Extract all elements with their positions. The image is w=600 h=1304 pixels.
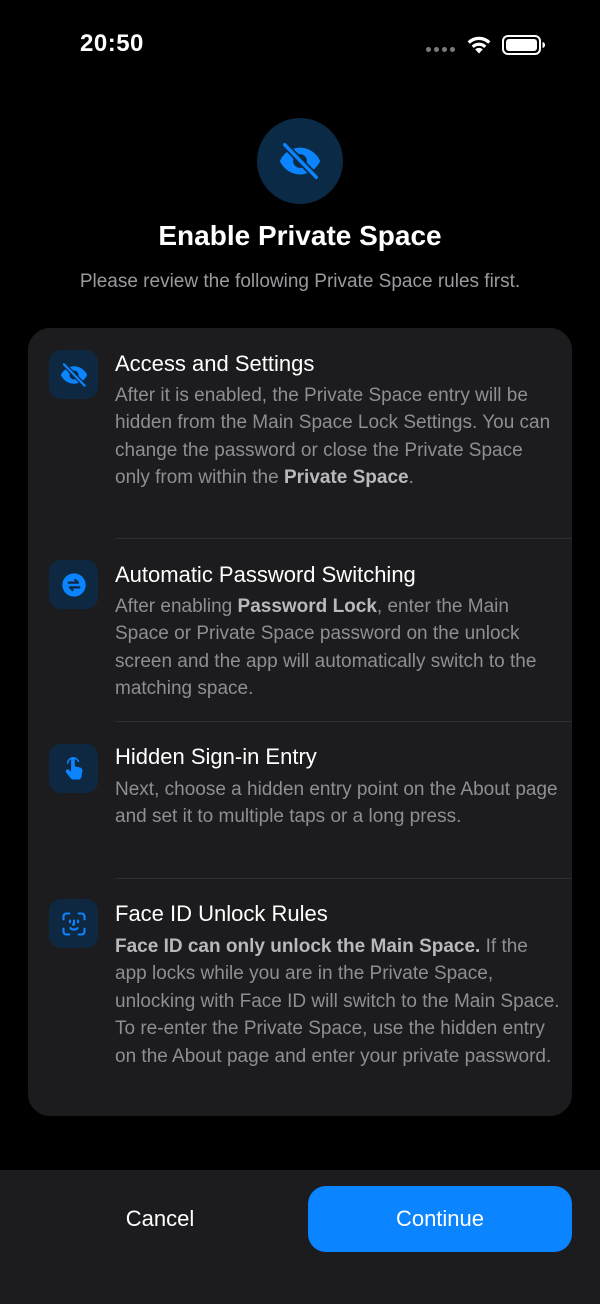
rule-title: Face ID Unlock Rules xyxy=(115,901,328,926)
divider xyxy=(115,721,572,722)
switch-arrows-icon xyxy=(49,560,98,609)
wifi-icon xyxy=(467,36,491,54)
cancel-button[interactable]: Cancel xyxy=(28,1186,292,1252)
rule-body: After enabling Password Lock, enter the … xyxy=(115,596,537,700)
divider xyxy=(115,878,572,879)
rule-body: Next, choose a hidden entry point on the… xyxy=(115,779,558,828)
rules-card: Access and Settings After it is enabled,… xyxy=(28,328,572,1116)
rule-body: After it is enabled, the Private Space e… xyxy=(115,385,551,489)
hand-tap-icon xyxy=(49,744,98,793)
status-time: 20:50 xyxy=(80,30,144,57)
rule-title: Access and Settings xyxy=(115,351,315,376)
face-id-icon xyxy=(49,899,98,948)
private-space-hero-icon xyxy=(257,118,343,204)
rule-body: Face ID can only unlock the Main Space. … xyxy=(115,936,560,1067)
eye-slash-icon xyxy=(279,141,321,181)
rule-title: Hidden Sign-in Entry xyxy=(115,744,317,769)
battery-icon xyxy=(502,35,545,55)
divider xyxy=(115,538,572,539)
bottom-action-bar: Cancel Continue xyxy=(0,1170,600,1304)
cellular-signal-icon xyxy=(426,47,455,52)
page-subtitle: Please review the following Private Spac… xyxy=(79,271,521,292)
continue-button[interactable]: Continue xyxy=(308,1186,572,1252)
page-title: Enable Private Space xyxy=(158,220,442,251)
eye-slash-icon xyxy=(49,350,98,399)
status-bar: 20:50 xyxy=(0,0,600,90)
rule-title: Automatic Password Switching xyxy=(115,562,416,587)
